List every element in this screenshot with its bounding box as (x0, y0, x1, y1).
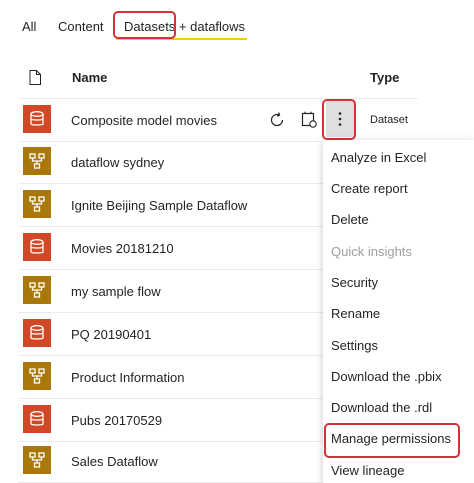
table-row[interactable]: Ignite Beijing Sample Dataflow (18, 184, 324, 227)
row-name[interactable]: PQ 20190401 (71, 327, 151, 342)
table-row[interactable]: Sales Dataflow (18, 440, 324, 483)
row-name[interactable]: dataflow sydney (71, 155, 164, 170)
menu-item-analyze-in-excel[interactable]: Analyze in Excel (331, 150, 426, 165)
database-icon (23, 405, 51, 433)
dataflow-icon (23, 147, 51, 175)
table-row[interactable]: Pubs 20170529 (18, 399, 324, 442)
row-name[interactable]: Ignite Beijing Sample Dataflow (71, 198, 247, 213)
file-icon (29, 70, 41, 85)
menu-item-quick-insights: Quick insights (331, 244, 412, 259)
row-name[interactable]: Sales Dataflow (71, 454, 158, 469)
column-header-type[interactable]: Type (370, 70, 399, 85)
dataflow-icon (23, 362, 51, 390)
table-row[interactable]: my sample flow (18, 270, 324, 313)
refresh-icon[interactable] (268, 111, 286, 129)
row-name[interactable]: Composite model movies (71, 113, 217, 128)
column-header-name[interactable]: Name (72, 70, 107, 85)
row-name[interactable]: Movies 20181210 (71, 241, 174, 256)
highlight-box-tab (113, 11, 176, 39)
table-row[interactable]: Movies 20181210 (18, 227, 324, 270)
highlight-box-more-options (322, 99, 356, 140)
menu-item-delete[interactable]: Delete (331, 212, 369, 227)
table-row[interactable]: PQ 20190401 (18, 313, 324, 356)
table-row[interactable]: Product Information (18, 356, 324, 399)
menu-item-settings[interactable]: Settings (331, 338, 378, 353)
tab-bar: All Content Datasets + dataflows (0, 0, 474, 50)
row-name[interactable]: my sample flow (71, 284, 161, 299)
menu-item-security[interactable]: Security (331, 275, 378, 290)
tab-content[interactable]: Content (58, 19, 104, 34)
tab-all[interactable]: All (22, 19, 36, 34)
highlight-box-manage-permissions (324, 423, 460, 458)
menu-item-download-rdl[interactable]: Download the .rdl (331, 400, 432, 415)
database-icon (23, 319, 51, 347)
scheduled-refresh-icon[interactable] (300, 111, 318, 129)
menu-item-create-report[interactable]: Create report (331, 181, 408, 196)
row-name[interactable]: Pubs 20170529 (71, 413, 162, 428)
dataflow-icon (23, 446, 51, 474)
table-row[interactable]: dataflow sydney (18, 141, 324, 184)
database-icon (23, 105, 51, 133)
dataflow-icon (23, 190, 51, 218)
menu-item-download-pbix[interactable]: Download the .pbix (331, 369, 442, 384)
database-icon (23, 233, 51, 261)
menu-item-view-lineage[interactable]: View lineage (331, 463, 404, 478)
row-name[interactable]: Product Information (71, 370, 184, 385)
dataflow-icon (23, 276, 51, 304)
type-cell: Dataset (370, 114, 408, 126)
table-row[interactable]: Composite model movies (18, 98, 418, 142)
menu-item-rename[interactable]: Rename (331, 306, 380, 321)
